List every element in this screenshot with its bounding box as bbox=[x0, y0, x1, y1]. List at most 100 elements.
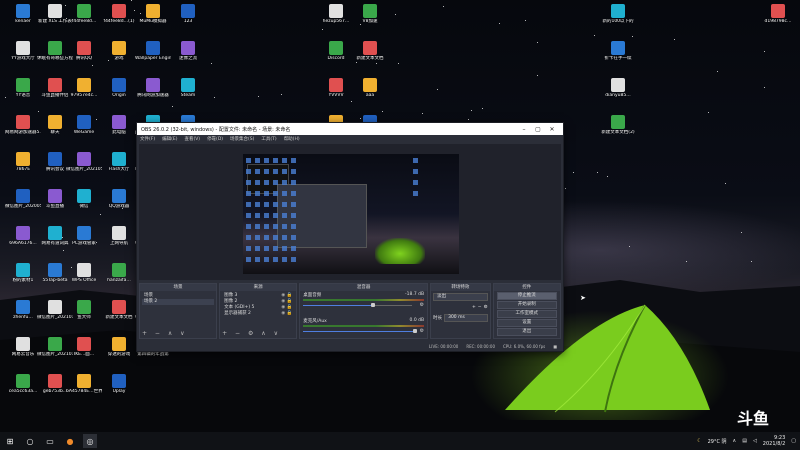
desktop-icon[interactable]: Wallpaper Engine bbox=[135, 41, 171, 62]
obs-title-bar[interactable]: OBS 26.0.2 (32-bit, windows) - 配置文件: 未命名… bbox=[137, 123, 563, 135]
desktop-icon[interactable]: 上网导航 bbox=[101, 226, 137, 247]
duration-input[interactable]: 300 ms bbox=[444, 314, 488, 322]
remove-icon[interactable]: − bbox=[478, 305, 482, 310]
maximize-icon[interactable]: ▢ bbox=[531, 126, 545, 133]
desktop-icon[interactable]: 新建文本文档 bbox=[352, 41, 388, 62]
desktop-icon[interactable]: 微信 bbox=[66, 189, 102, 210]
desktop-icon[interactable]: 此电脑 bbox=[101, 115, 137, 136]
start-recording-button[interactable]: 开始录制 bbox=[496, 301, 557, 309]
desktop-icon[interactable]: hanzaifa… bbox=[101, 263, 137, 284]
search-icon[interactable]: ○ bbox=[23, 434, 37, 448]
desktop-icon[interactable]: YY游戏大厅 bbox=[5, 41, 41, 62]
close-icon[interactable]: ✕ bbox=[545, 126, 559, 133]
desktop-icon[interactable]: f44fee8d…(1) bbox=[101, 4, 137, 25]
desktop-icon[interactable]: WeGame bbox=[66, 115, 102, 136]
volume-icon[interactable]: ◁ bbox=[753, 438, 757, 444]
windows-start-icon[interactable]: ⊞ bbox=[0, 437, 20, 446]
desktop-icon[interactable]: 微信图片_2021050... bbox=[66, 152, 102, 173]
desktop-icon[interactable]: WPS Office bbox=[66, 263, 102, 284]
visibility-lock-icons[interactable]: ◉ 🔒 bbox=[281, 311, 292, 317]
desktop-icon[interactable]: 7867E bbox=[5, 152, 41, 173]
desktop-icon[interactable]: kenaer bbox=[5, 4, 41, 25]
browser-icon[interactable]: ● bbox=[63, 434, 77, 448]
desktop-icon-label: 腾讯QQ bbox=[75, 56, 93, 61]
menu-dock[interactable]: 停靠(D) bbox=[207, 136, 223, 142]
desktop-icon[interactable]: 696A6176... bbox=[5, 226, 41, 247]
desktop-icon[interactable]: Uplay bbox=[101, 374, 137, 395]
obs-taskbar-icon[interactable]: ◎ bbox=[83, 434, 97, 448]
preview-desktop-icon bbox=[291, 202, 296, 207]
desktop-icon[interactable]: 微信图片_2020050... bbox=[5, 189, 41, 210]
obs-window[interactable]: OBS 26.0.2 (32-bit, windows) - 配置文件: 未命名… bbox=[136, 122, 564, 352]
add-icon[interactable]: + bbox=[472, 305, 476, 310]
transition-select[interactable]: 淡出 bbox=[433, 293, 488, 301]
desktop-icon[interactable]: IKE...面... bbox=[66, 337, 102, 358]
desktop-icon[interactable]: 穿透的游戏 bbox=[101, 337, 137, 358]
gear-icon[interactable]: ⚙ bbox=[484, 305, 488, 310]
app-icon bbox=[16, 263, 30, 277]
desktop-icon[interactable]: 6A45784E…世界的世界 bbox=[66, 374, 102, 395]
desktop-icon[interactable]: PC游戏管家 bbox=[66, 226, 102, 247]
studio-mode-button[interactable]: 工作室模式 bbox=[496, 310, 557, 318]
task-view-icon[interactable]: ▭ bbox=[43, 434, 57, 448]
desktop-icon[interactable]: 游戏 bbox=[101, 41, 137, 62]
desktop-icon[interactable]: 迷像之流 bbox=[170, 41, 206, 62]
desktop-icon[interactable]: 腾讯QQ bbox=[66, 41, 102, 62]
menu-help[interactable]: 帮助(H) bbox=[284, 136, 300, 142]
desktop-icon[interactable]: V8加速 bbox=[352, 4, 388, 25]
desktop-icon[interactable]: 新建文本文档(2) bbox=[600, 115, 636, 136]
menu-scene-collection[interactable]: 场景集合(S) bbox=[230, 136, 254, 142]
desktop-icon[interactable]: 新建文本文档 bbox=[101, 300, 137, 321]
menu-file[interactable]: 文件(F) bbox=[140, 136, 155, 142]
scenes-toolbar[interactable]: + − ∧ ∨ bbox=[142, 330, 188, 337]
desktop-icon[interactable]: Steam bbox=[170, 78, 206, 99]
desktop-icon[interactable]: dianyu85… bbox=[600, 78, 636, 99]
desktop-icon[interactable]: 123 bbox=[170, 4, 206, 25]
desktop-icon[interactable]: Discord bbox=[318, 41, 354, 62]
desktop-icon[interactable]: 97957e4c... bbox=[66, 78, 102, 99]
volume-slider[interactable]: ⚙ bbox=[303, 328, 424, 334]
star bbox=[764, 51, 765, 52]
clock[interactable]: 9:23 2021/8/2 bbox=[763, 435, 785, 447]
chevron-up-icon[interactable]: ∧ bbox=[733, 438, 737, 444]
menu-edit[interactable]: 编辑(E) bbox=[162, 136, 177, 142]
desktop-icon[interactable]: 网易云音乐 bbox=[5, 337, 41, 358]
desktop-icon[interactable]: d198798c… bbox=[760, 4, 796, 25]
volume-slider[interactable]: ⚙ bbox=[303, 302, 424, 308]
desktop-icon[interactable]: 腾讯网游加速器 bbox=[135, 78, 171, 99]
settings-button[interactable]: 设置 bbox=[496, 319, 557, 327]
desktop-icon[interactable]: YY语音 bbox=[5, 78, 41, 99]
desktop-icon[interactable]: zhenfu… bbox=[5, 300, 41, 321]
desktop-icon[interactable]: cea5cc63a... bbox=[5, 374, 41, 395]
desktop-icon[interactable]: aaa bbox=[352, 78, 388, 99]
desktop-icon[interactable]: 粉的素材1 bbox=[5, 263, 41, 284]
desktop-icon[interactable]: Origin bbox=[101, 78, 137, 99]
desktop-icon[interactable]: Flash大厅 bbox=[101, 152, 137, 173]
menu-tools[interactable]: 工具(T) bbox=[261, 136, 276, 142]
desktop-icon-label: IKE...面... bbox=[73, 352, 95, 357]
menu-view[interactable]: 查看(V) bbox=[184, 136, 200, 142]
network-icon[interactable]: ▤ bbox=[742, 438, 747, 444]
scene-item-selected[interactable]: 场景 2 bbox=[142, 299, 215, 305]
desktop-icon[interactable]: MuMu模拟器 bbox=[135, 4, 171, 25]
mic-gear-icon[interactable]: ⚙ bbox=[420, 328, 424, 334]
sources-toolbar[interactable]: + − ⚙ ∧ ∨ bbox=[222, 330, 281, 337]
desktop-icon[interactable]: QQ游戏器 bbox=[101, 189, 137, 210]
desktop-icon-label: 穿透的游戏 bbox=[107, 352, 131, 357]
speaker-gear-icon[interactable]: ⚙ bbox=[420, 302, 424, 308]
desktop-icon[interactable]: 折卡在手一续 bbox=[600, 41, 636, 62]
desktop-icon[interactable]: f44fee8d... bbox=[66, 4, 102, 25]
desktop-icon[interactable]: 网易网游加速器5.0 bbox=[5, 115, 41, 136]
source-row[interactable]: 显示器捕获 2 ◉ 🔒 bbox=[222, 311, 294, 317]
star bbox=[717, 71, 718, 72]
notification-icon[interactable]: ▢ bbox=[791, 438, 796, 444]
desktop-icon[interactable]: YVVVV bbox=[318, 78, 354, 99]
minimize-icon[interactable]: – bbox=[517, 126, 531, 133]
desktop-icon[interactable]: 新的100以下的 bbox=[600, 4, 636, 25]
preview-canvas[interactable] bbox=[243, 154, 459, 274]
desktop-icon[interactable]: 鱼大师 bbox=[66, 300, 102, 321]
desktop-icon-label: 7867E bbox=[15, 167, 31, 172]
stop-streaming-button[interactable]: 停止推流 bbox=[496, 292, 557, 300]
desktop-icon[interactable]: hezup567… bbox=[318, 4, 354, 25]
exit-button[interactable]: 退出 bbox=[496, 328, 557, 336]
